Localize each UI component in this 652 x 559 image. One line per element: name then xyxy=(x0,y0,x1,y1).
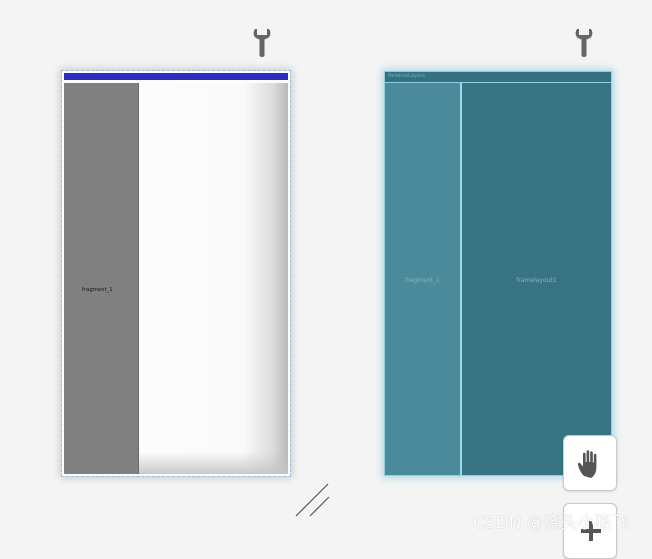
wrench-icon[interactable] xyxy=(574,27,594,57)
blueprint-preview[interactable]: RelativeLayout fragment_1 framelayout1 xyxy=(384,71,612,476)
design-content-pane[interactable] xyxy=(139,83,288,474)
watermark: CSDN @挠头小路飞 xyxy=(473,513,629,533)
blueprint-framelayout-pane[interactable]: framelayout1 xyxy=(462,83,611,475)
blueprint-appbar-label: RelativeLayout xyxy=(388,73,426,79)
resize-handle-icon[interactable] xyxy=(294,482,332,520)
design-fragment-pane[interactable]: fragment_1 xyxy=(64,83,139,474)
wrench-icon[interactable] xyxy=(252,27,272,57)
design-statusbar xyxy=(64,73,288,80)
blueprint-frame-label: framelayout1 xyxy=(516,277,557,284)
blueprint-fragment-pane[interactable]: fragment_1 xyxy=(385,83,462,475)
blueprint-fragment-label: fragment_1 xyxy=(405,277,440,284)
blueprint-appbar: RelativeLayout xyxy=(385,72,611,83)
design-preview[interactable]: fragment_1 xyxy=(61,70,291,477)
design-fragment-label: fragment_1 xyxy=(82,287,113,293)
pan-button[interactable] xyxy=(563,435,617,491)
hand-icon xyxy=(577,450,597,478)
